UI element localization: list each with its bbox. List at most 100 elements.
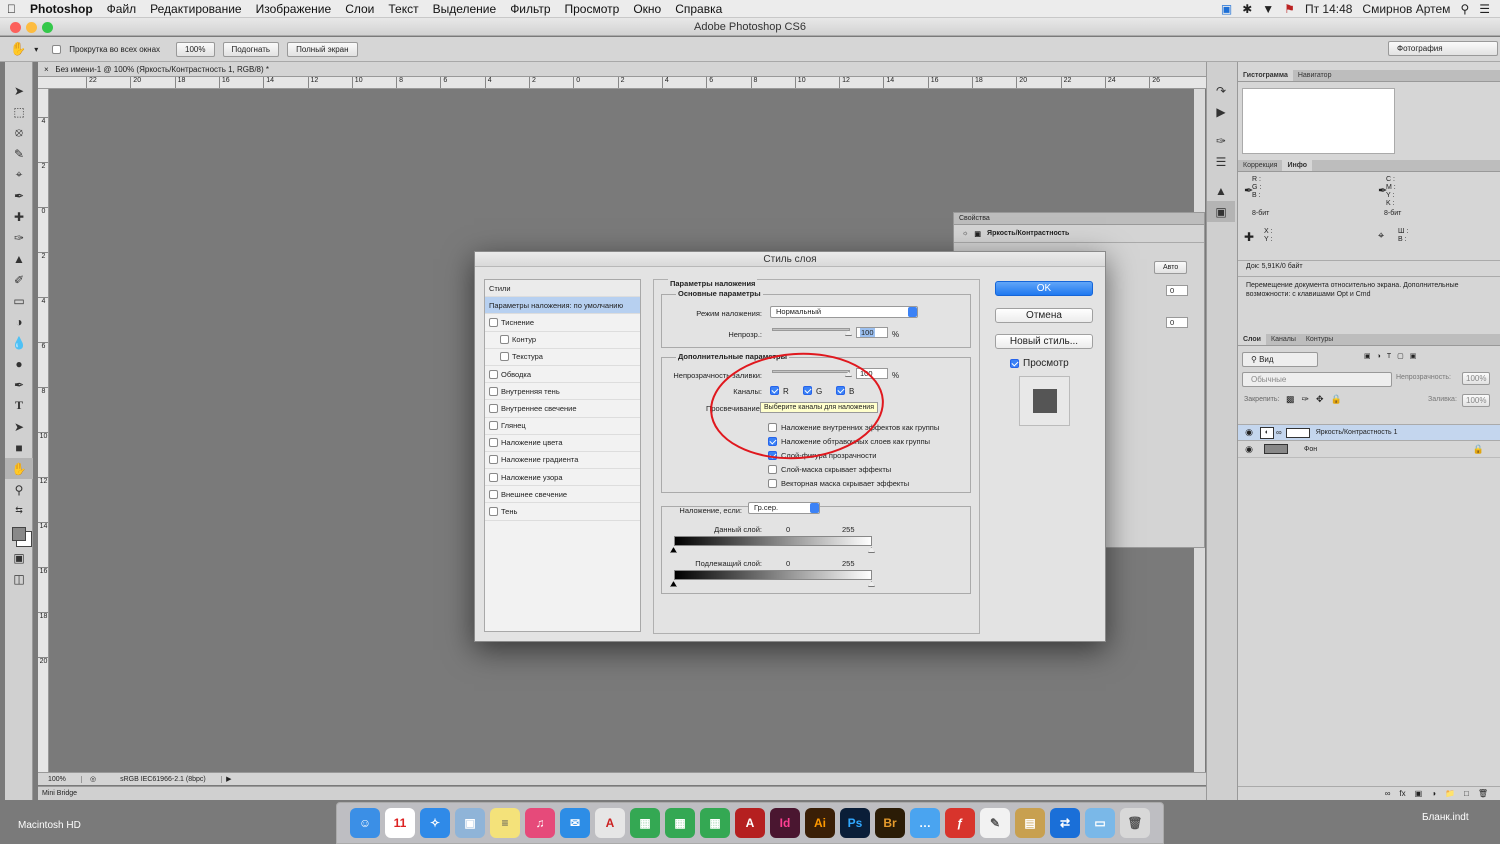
- dock-icon-numbers[interactable]: ▦: [665, 808, 695, 838]
- style-checkbox[interactable]: [489, 369, 498, 379]
- opacity-slider[interactable]: [772, 328, 850, 331]
- style-item[interactable]: Наложение цвета: [485, 435, 640, 452]
- menu-edit[interactable]: Редактирование: [143, 2, 248, 16]
- screen-mode-icon[interactable]: ◫: [5, 568, 33, 589]
- dock-icon-finder[interactable]: ☺: [350, 808, 380, 838]
- menu-window[interactable]: Окно: [626, 2, 668, 16]
- dock-icon-id[interactable]: Id: [770, 808, 800, 838]
- stamp-tool-icon[interactable]: ▲: [5, 248, 33, 269]
- new-adjustment-icon[interactable]: ◑: [1431, 789, 1436, 798]
- fx-icon[interactable]: fx: [1399, 789, 1405, 798]
- layer-row[interactable]: ◉ ◐ ∞ Яркость/Контрастность 1: [1238, 424, 1500, 441]
- crop-tool-icon[interactable]: ⌖: [5, 164, 33, 185]
- hand-tool-preset-icon[interactable]: ✋: [10, 41, 26, 57]
- preview-checkbox[interactable]: [1010, 359, 1019, 368]
- add-mask-icon[interactable]: ▣: [1415, 789, 1423, 798]
- blend-option-row[interactable]: Слой-маска скрывает эффекты: [768, 462, 939, 476]
- spotlight-search-icon[interactable]: ⚲: [1460, 2, 1469, 16]
- tab-adjustments[interactable]: Коррекция: [1238, 160, 1282, 171]
- document-tab[interactable]: × Без имени-1 @ 100% (Яркость/Контрастно…: [38, 62, 1206, 77]
- ok-button[interactable]: OK: [995, 281, 1093, 296]
- history-panel-icon[interactable]: ↷: [1207, 80, 1235, 101]
- layer-name[interactable]: Фон: [1304, 446, 1317, 453]
- blend-option-checkbox[interactable]: [768, 478, 777, 488]
- dock-icon-ps[interactable]: Ps: [840, 808, 870, 838]
- gradient-tool-icon[interactable]: ◑: [5, 311, 33, 332]
- shape-tool-icon[interactable]: ■: [5, 437, 33, 458]
- dock-icon-flash[interactable]: ƒ: [945, 808, 975, 838]
- dodge-tool-icon[interactable]: ●: [5, 353, 33, 374]
- cancel-button[interactable]: Отмена: [995, 308, 1093, 323]
- menu-select[interactable]: Выделение: [426, 2, 504, 16]
- style-item[interactable]: Глянец: [485, 418, 640, 435]
- blend-mode-select[interactable]: Обычные: [1242, 372, 1392, 387]
- style-checkbox[interactable]: [489, 507, 498, 517]
- layer-row[interactable]: ◉ Фон 🔒: [1238, 441, 1500, 458]
- macintosh-hd-label[interactable]: Macintosh HD: [18, 820, 81, 831]
- dock-icon-mail[interactable]: ✉: [560, 808, 590, 838]
- underlying-white-thumb[interactable]: [868, 581, 875, 587]
- blend-option-row[interactable]: Векторная маска скрывает эффекты: [768, 476, 939, 490]
- desktop-file-label[interactable]: Бланк.indt: [1422, 812, 1469, 823]
- style-checkbox[interactable]: [489, 489, 498, 499]
- dock-icon-preview[interactable]: ▣: [455, 808, 485, 838]
- menu-layers[interactable]: Слои: [338, 2, 381, 16]
- mask-icon[interactable]: ▣: [974, 230, 981, 238]
- notification-center-icon[interactable]: ☰: [1479, 2, 1490, 16]
- visibility-eye-icon[interactable]: ◉: [1238, 427, 1260, 438]
- style-item[interactable]: Контур: [485, 332, 640, 349]
- style-checkbox[interactable]: [489, 472, 498, 482]
- dock-icon-acrobat[interactable]: A: [735, 808, 765, 838]
- tab-navigator[interactable]: Навигатор: [1293, 70, 1337, 81]
- brush-panel-icon[interactable]: ✑: [1207, 130, 1235, 151]
- preset-arrow-icon[interactable]: ▾: [34, 45, 38, 54]
- teamviewer-tray-icon[interactable]: ▣: [1221, 2, 1232, 16]
- style-checkbox[interactable]: [489, 438, 498, 448]
- full-screen-button[interactable]: Полный экран: [287, 41, 358, 57]
- lasso-tool-icon[interactable]: ⦻: [5, 122, 33, 143]
- status-menu-arrow-icon[interactable]: ▶: [222, 775, 231, 783]
- apple-icon[interactable]: : [0, 2, 23, 16]
- menu-text[interactable]: Текст: [381, 2, 425, 16]
- filter-icons[interactable]: ▣◑T▢▣: [1364, 352, 1422, 360]
- style-item[interactable]: Внутреннее свечение: [485, 400, 640, 418]
- dock-icon-ai[interactable]: Ai: [805, 808, 835, 838]
- actions-panel-icon[interactable]: ▶: [1207, 101, 1235, 122]
- color-swatches-icon[interactable]: [5, 521, 33, 547]
- close-window-button[interactable]: [10, 22, 21, 33]
- path-select-tool-icon[interactable]: ➤: [5, 416, 33, 437]
- quick-select-tool-icon[interactable]: ✎: [5, 143, 33, 164]
- style-item[interactable]: Внутренняя тень: [485, 383, 640, 401]
- blur-tool-icon[interactable]: 💧: [5, 332, 33, 353]
- styles-panel-icon[interactable]: ▲: [1207, 180, 1235, 201]
- tab-paths[interactable]: Контуры: [1301, 334, 1338, 345]
- style-checkbox[interactable]: [489, 317, 498, 327]
- auto-button[interactable]: Авто: [1154, 261, 1188, 274]
- dock-icon-teamviewer[interactable]: ⇄: [1050, 808, 1080, 838]
- menu-image[interactable]: Изображение: [249, 2, 339, 16]
- style-checkbox[interactable]: [489, 403, 498, 413]
- style-item[interactable]: Стили: [485, 280, 640, 298]
- style-checkbox[interactable]: [489, 421, 498, 431]
- this-layer-black-thumb[interactable]: [670, 547, 677, 553]
- wifi-icon[interactable]: ▼: [1262, 2, 1274, 16]
- underlying-black-thumb[interactable]: [670, 581, 677, 587]
- tab-layers[interactable]: Слои: [1238, 334, 1266, 345]
- dock-icon-folder[interactable]: ▭: [1085, 808, 1115, 838]
- lock-icons[interactable]: ▩✑✥🔒: [1286, 394, 1349, 405]
- brush-tool-icon[interactable]: ✑: [5, 227, 33, 248]
- close-doc-icon[interactable]: ×: [44, 65, 49, 74]
- dock-icon-numbers[interactable]: ▦: [630, 808, 660, 838]
- delete-layer-icon[interactable]: 🗑: [1478, 789, 1488, 798]
- style-item[interactable]: Тень: [485, 503, 640, 521]
- chain-icon[interactable]: ∞: [1276, 428, 1282, 437]
- contrast-field[interactable]: 0: [1166, 317, 1188, 328]
- dock-icon-numbers[interactable]: ▦: [700, 808, 730, 838]
- menu-file[interactable]: Файл: [100, 2, 144, 16]
- style-item[interactable]: Наложение градиента: [485, 452, 640, 470]
- menu-help[interactable]: Справка: [668, 2, 729, 16]
- menu-view[interactable]: Просмотр: [558, 2, 627, 16]
- zoom-field[interactable]: 100%: [38, 775, 82, 783]
- fill-field[interactable]: 100%: [1462, 394, 1491, 407]
- visibility-eye-icon[interactable]: ◉: [1238, 444, 1260, 455]
